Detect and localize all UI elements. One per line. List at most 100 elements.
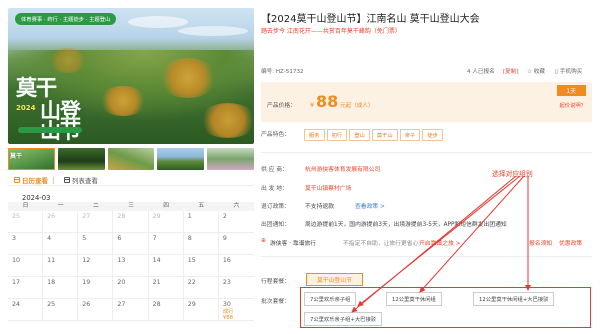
calendar-day[interactable]: 14 — [148, 255, 184, 277]
calendar-day[interactable]: 28 — [113, 211, 149, 233]
product-code: 编号: HZ-51732 — [261, 69, 304, 75]
arrow-2 — [419, 175, 525, 293]
calendar-day[interactable]: 10 — [8, 255, 44, 277]
calendar-day[interactable]: 26 — [43, 211, 79, 233]
calendar-day[interactable]: 26 — [78, 299, 114, 321]
tab-calendar[interactable]: 日历查看 — [14, 175, 57, 185]
view-tabs: 日历查看 列表查看 — [8, 175, 254, 186]
thumbnail-2[interactable] — [57, 148, 105, 170]
hero-image: 体育赛事 · 莳行 · 主题徒步 · 主题登山 莫干 2024 山登山节 — [8, 8, 254, 144]
thumbnail-3[interactable] — [107, 148, 155, 170]
calendar-day[interactable]: 13 — [113, 255, 149, 277]
calendar-day[interactable]: 28 — [148, 299, 184, 321]
calendar-day[interactable]: 29 — [148, 211, 184, 233]
product-subtitle: 踏去步今 江南花开——共赏百年莫干峰韵（免门票） — [261, 28, 401, 35]
feature-chip: 服务 — [304, 129, 325, 141]
annotation-text: 选择对应组别 — [492, 170, 533, 178]
star-icon: ☆ — [527, 69, 533, 75]
calendar-day[interactable]: 3 — [8, 233, 44, 255]
calendar-day[interactable]: 8 — [183, 233, 219, 255]
weekday-header: 六 — [233, 203, 240, 209]
feature-chip: 徒步 — [422, 129, 443, 141]
refund-policy-link[interactable]: 查看政策 > — [355, 201, 385, 210]
calendar-day[interactable]: 22 — [183, 277, 219, 299]
mobile-order-button[interactable]: ▯ 手机购买 — [555, 67, 582, 75]
calendar-day[interactable]: 18 — [43, 277, 79, 299]
weekday-header: 一 — [57, 203, 64, 209]
batch-option-3[interactable]: 12公里莫干休闲组+大巴接驳 — [473, 292, 555, 306]
signup-count: 4 人已报名 — [467, 69, 495, 75]
favorite-button[interactable]: ☆ 收藏 — [527, 67, 545, 75]
calendar-day[interactable]: 24 — [8, 299, 44, 321]
calendar-day[interactable]: 21 — [148, 277, 184, 299]
weekday-header: 五 — [198, 203, 205, 209]
feature-chip: 初行 — [326, 129, 348, 141]
shield-icon: ⊕ — [261, 238, 266, 244]
feature-chip: 莫干山 — [371, 129, 398, 141]
features-label: 产品特色： — [261, 132, 290, 138]
batch-option-4[interactable]: 7公里欢乐亲子组+大巴接驳 — [304, 312, 383, 326]
calendar-day[interactable]: 30 成行 ¥88 — [218, 299, 254, 321]
phone-icon: ▯ — [555, 69, 559, 75]
calendar-day[interactable]: 7 — [148, 233, 184, 255]
product-meta-row: 编号: HZ-51732 4 人已报名 [复制] ☆ 收藏 ▯ 手机购买 — [261, 67, 592, 77]
thumbnail-4[interactable] — [157, 148, 205, 170]
feature-chip: 亲子 — [399, 129, 421, 141]
batch-label: 批次套餐： — [261, 299, 290, 305]
calendar-day[interactable]: 27 — [113, 299, 149, 321]
calendar-month: 2024-03 — [22, 194, 51, 202]
feature-chip: 登山 — [349, 129, 370, 141]
calendar-day[interactable]: 6 — [113, 233, 149, 255]
calendar-day[interactable]: 11 — [43, 255, 79, 277]
package-option-selected[interactable]: 莫干山登山节 — [306, 273, 363, 286]
discount-policy-link[interactable]: 优惠政策 — [559, 238, 582, 247]
weekday-header: 日 — [22, 203, 29, 209]
weekday-header: 三 — [128, 203, 134, 209]
calendar-grid: 日一二三四五六 25 26 27 28 29 1 2 3 4 5 6 7 8 9 10 11 12 13 14 15 1… — [8, 202, 254, 321]
signup-notice-link[interactable]: 报名须知 — [529, 238, 552, 247]
tab-list[interactable]: 列表查看 — [64, 175, 98, 185]
price-box: 产品价格： ¥ 88 元起（成人） 1天 起价说明？ — [261, 82, 592, 122]
calendar-day[interactable]: 25 — [8, 211, 44, 233]
calendar-day[interactable]: 17 — [8, 277, 44, 299]
calendar-day[interactable]: 23 — [218, 277, 254, 299]
weekday-header: 二 — [92, 203, 99, 209]
calendar-day[interactable]: 20 — [113, 277, 149, 299]
price-unit: 元起（成人） — [340, 103, 374, 109]
feature-chips: 服务 初行 登山 莫干山 亲子 徒步 — [304, 129, 443, 141]
thumbnail-5[interactable] — [207, 148, 254, 170]
calendar-day[interactable]: 1 — [183, 211, 219, 233]
days-badge: 1天 — [556, 85, 586, 96]
price-currency: ¥ — [310, 101, 315, 109]
departure-value: 莫干山镇蔡村广场 — [305, 186, 352, 192]
event-logo: 莫干 2024 山登山节 — [16, 77, 86, 141]
price-label: 产品价格： — [267, 103, 296, 109]
product-title: 【2024莫干山登山节】江南名山 莫干山登山大会 — [261, 14, 480, 25]
calendar-day[interactable]: 5 — [78, 233, 114, 255]
weekday-header: 四 — [163, 203, 170, 209]
price-value: 88 — [316, 92, 339, 111]
thumbnail-strip: 莫干 — [8, 148, 254, 170]
hero-tag: 体育赛事 · 莳行 · 主题徒步 · 主题登山 — [15, 13, 117, 25]
batch-option-1[interactable]: 7公里欢乐亲子组 — [304, 292, 357, 306]
calendar-day[interactable]: 2 — [218, 211, 254, 233]
calendar-day[interactable]: 9 — [218, 233, 254, 255]
calendar-day[interactable]: 27 — [78, 211, 114, 233]
package-label: 行程套餐： — [261, 279, 290, 285]
calendar-day[interactable]: 4 — [43, 233, 79, 255]
guarantee-link[interactable]: 开启靠谱之旅 > — [419, 238, 460, 247]
copy-link[interactable]: [复制] — [503, 67, 519, 75]
calendar-day[interactable]: 12 — [78, 255, 114, 277]
day-stock-note: 成行 ¥88 — [222, 309, 234, 321]
calendar-icon — [14, 177, 20, 183]
batch-option-2[interactable]: 12公里莫干休闲组 — [386, 292, 442, 306]
thumbnail-1[interactable]: 莫干 — [8, 148, 55, 170]
start-price-link[interactable]: 起价说明？ — [560, 101, 587, 109]
calendar-day[interactable]: 25 — [43, 299, 79, 321]
calendar-day[interactable]: 16 — [218, 255, 254, 277]
calendar-day[interactable]: 29 — [183, 299, 219, 321]
calendar-day[interactable]: 19 — [78, 277, 114, 299]
list-icon — [64, 177, 70, 183]
calendar-day[interactable]: 15 — [183, 255, 219, 277]
organizer-link[interactable]: 杭州游侠客体育发展有限公司 — [305, 164, 380, 173]
